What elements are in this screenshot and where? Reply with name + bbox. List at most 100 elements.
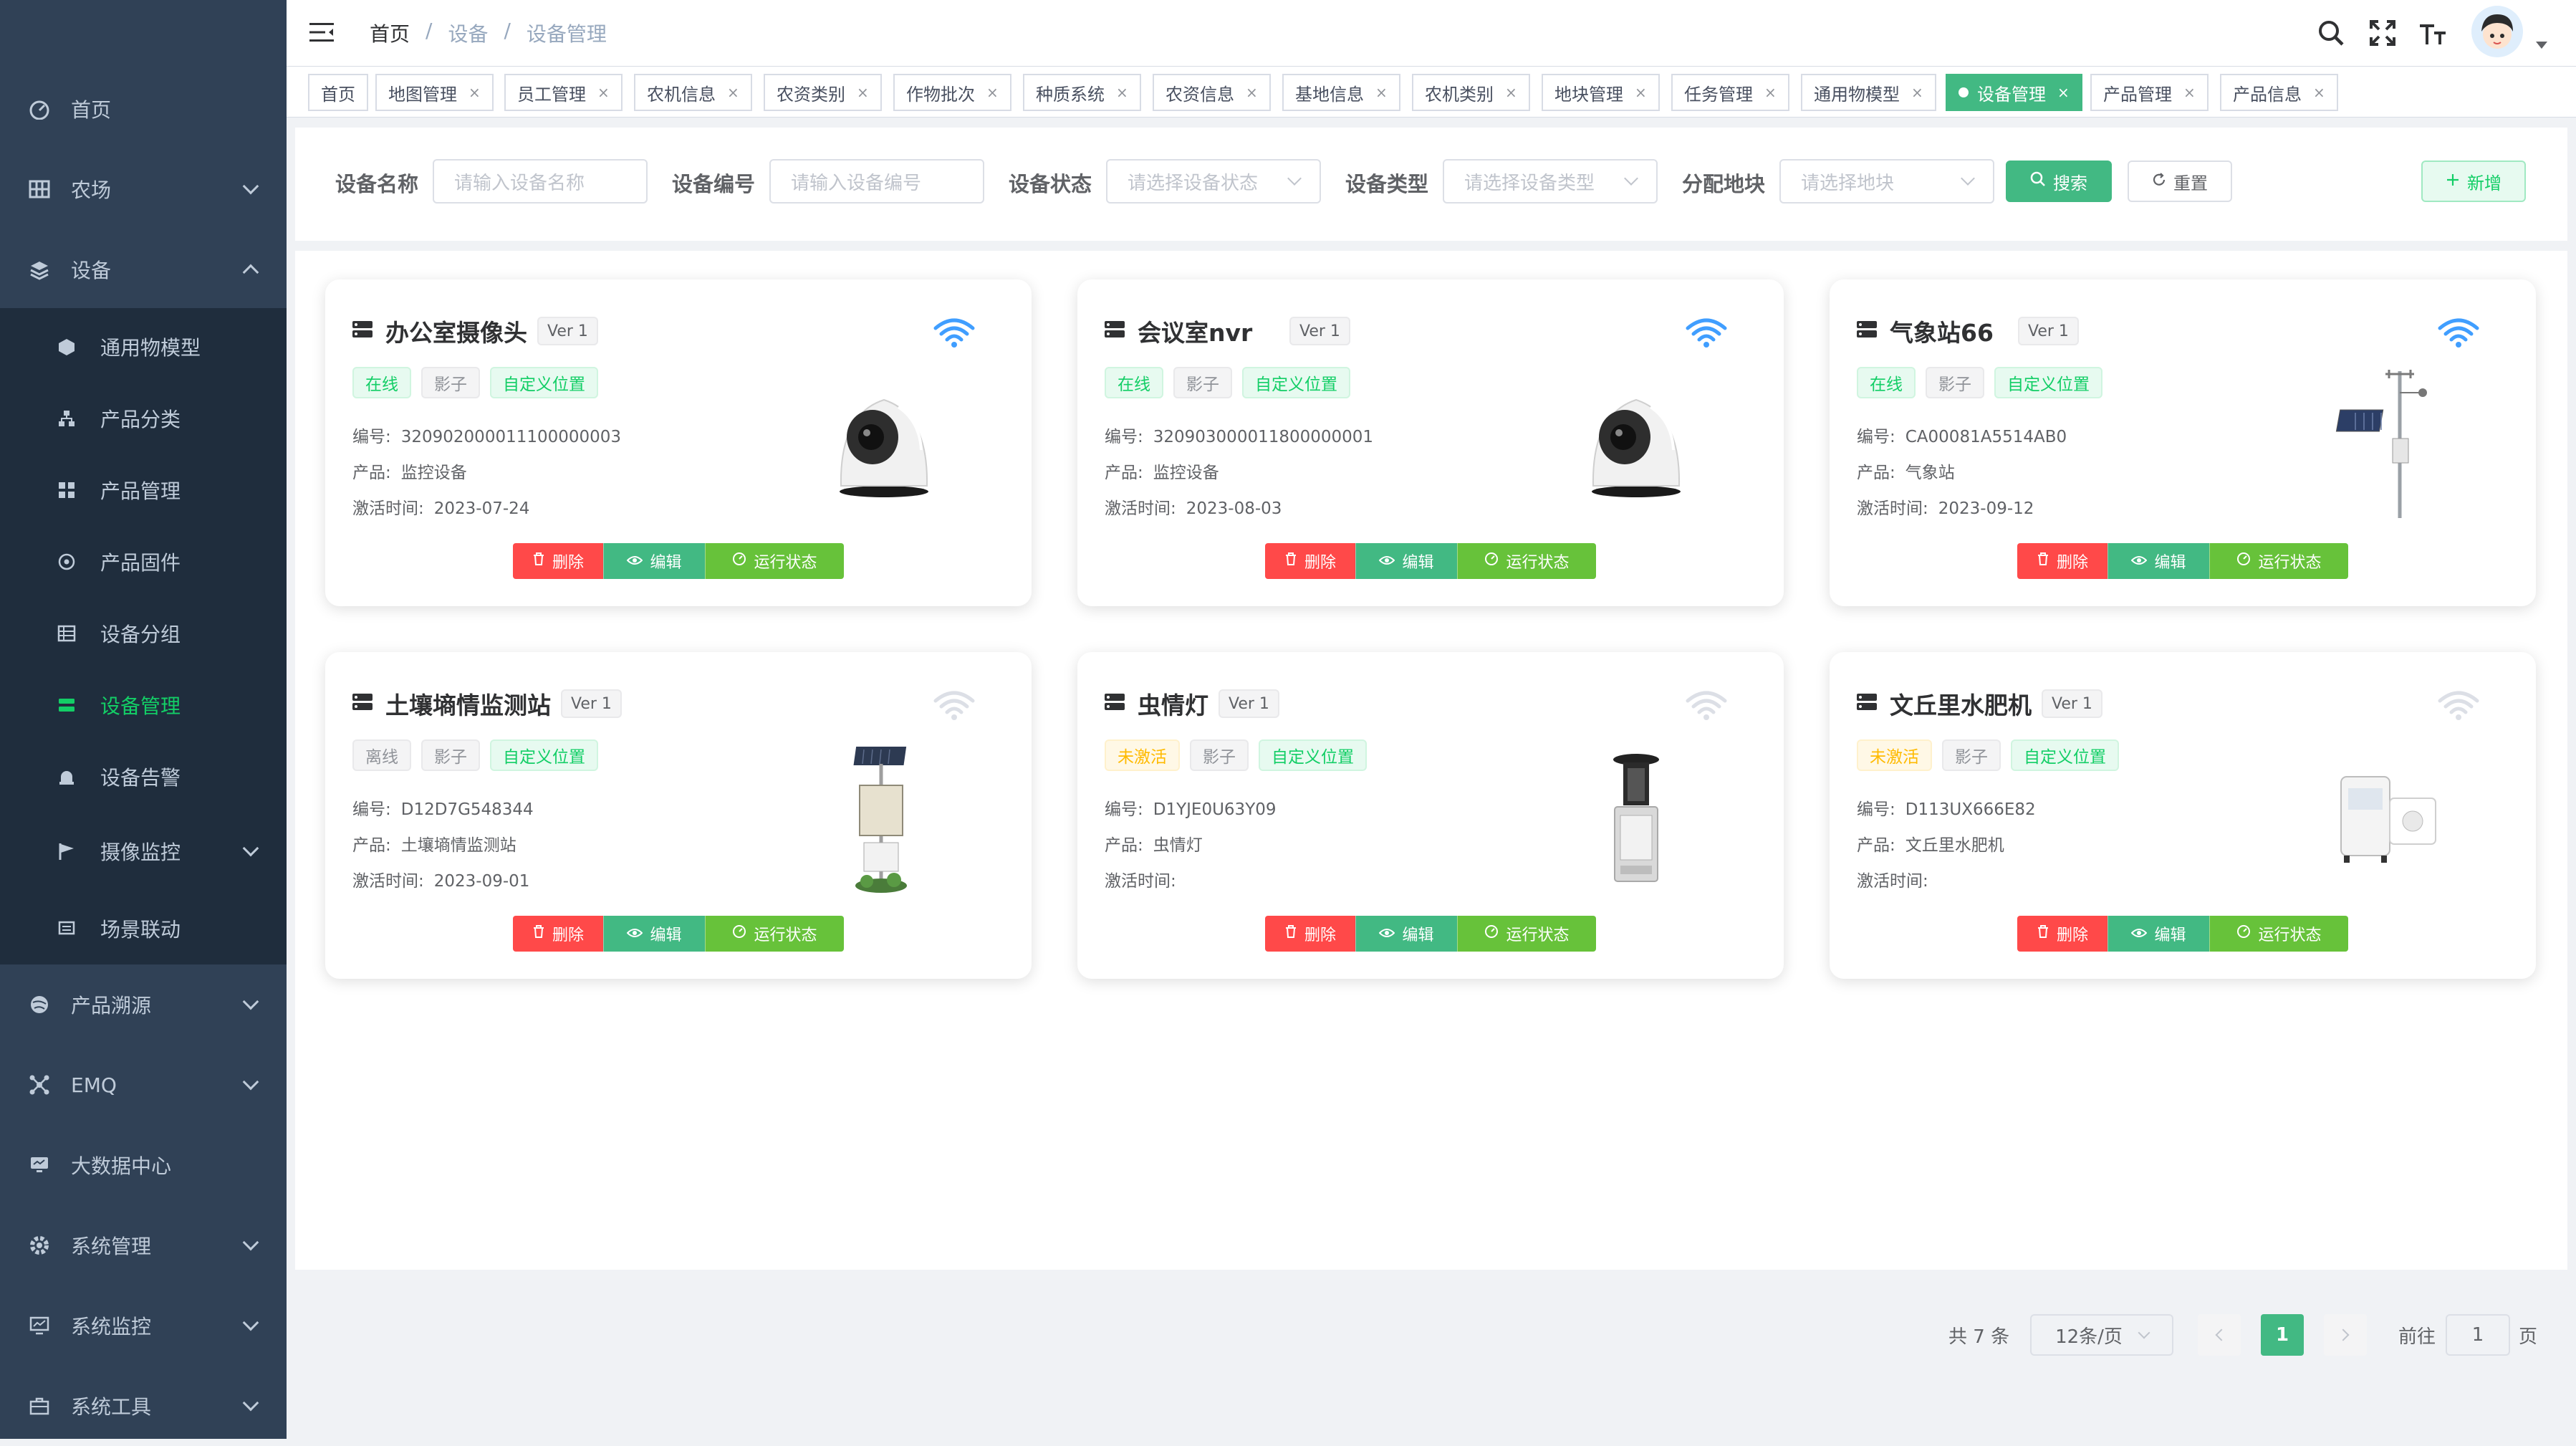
close-icon[interactable]: ×: [857, 84, 869, 101]
run-status-button[interactable]: 运行状态: [705, 916, 844, 952]
page-size-select[interactable]: 12条/页: [2030, 1314, 2173, 1356]
device-card[interactable]: 气象站66 Ver 1 在线 影子 自定义位置 编号: CA00081A5514AB0 产品:…: [1830, 279, 2536, 606]
close-icon[interactable]: ×: [1764, 84, 1777, 101]
tag-label: 农机信息: [647, 84, 716, 105]
tag-map[interactable]: 地图管理 ×: [375, 74, 494, 111]
device-card[interactable]: 土壤墒情监测站 Ver 1 离线 影子 自定义位置 编号: D12D7G548344 产品: 土…: [325, 652, 1032, 979]
tag-product-info[interactable]: 产品信息 ×: [2220, 74, 2338, 111]
fullscreen-icon[interactable]: [2368, 19, 2397, 47]
sidebar-item-product-category[interactable]: 产品分类: [0, 378, 287, 459]
delete-button[interactable]: 删除: [1265, 543, 1355, 579]
close-icon[interactable]: ×: [1505, 84, 1517, 101]
sidebar-item-product-management[interactable]: 产品管理: [0, 450, 287, 530]
run-status-button[interactable]: 运行状态: [1457, 916, 1596, 952]
device-code-input[interactable]: 请输入设备编号: [769, 159, 984, 204]
delete-button[interactable]: 删除: [2017, 543, 2108, 579]
edit-button[interactable]: 编辑: [603, 543, 705, 579]
close-icon[interactable]: ×: [597, 84, 610, 101]
hamburger-icon[interactable]: [309, 21, 334, 43]
tag-plot-management[interactable]: 地块管理 ×: [1542, 74, 1660, 111]
breadcrumb-item[interactable]: 首页: [370, 19, 410, 47]
delete-button[interactable]: 删除: [513, 916, 603, 952]
search-icon[interactable]: [2317, 19, 2345, 47]
product-row: 产品: 监控设备: [352, 459, 467, 483]
tag-machinery-category[interactable]: 农机类别 ×: [1412, 74, 1530, 111]
device-status-select[interactable]: 请选择设备状态: [1106, 159, 1321, 204]
close-icon[interactable]: ×: [1375, 84, 1388, 101]
sidebar-item-device-group[interactable]: 设备分组: [0, 593, 287, 674]
sidebar-item-device[interactable]: 设备: [0, 229, 287, 310]
sidebar-item-camera-monitor[interactable]: 摄像监控: [0, 811, 287, 891]
sidebar-item-home[interactable]: 首页: [0, 69, 287, 149]
tag-supply-category[interactable]: 农资类别 ×: [764, 74, 882, 111]
run-status-button[interactable]: 运行状态: [705, 543, 844, 579]
close-icon[interactable]: ×: [2057, 84, 2070, 101]
close-icon[interactable]: ×: [986, 84, 999, 101]
close-icon[interactable]: ×: [1116, 84, 1128, 101]
next-page-button[interactable]: [2324, 1314, 2367, 1356]
device-status-label: 设备状态: [1009, 172, 1092, 196]
device-code-value: D1YJE0U63Y09: [1153, 800, 1277, 819]
close-icon[interactable]: ×: [727, 84, 739, 101]
device-card[interactable]: 文丘里水肥机 Ver 1 未激活 影子 自定义位置 编号: D113UX666E82 产品: 文…: [1830, 652, 2536, 979]
sidebar-item-traceability[interactable]: 产品溯源: [0, 964, 287, 1045]
sidebar-item-device-alarm[interactable]: 设备告警: [0, 737, 287, 817]
avatar[interactable]: [2471, 6, 2523, 57]
sidebar-item-system-management[interactable]: 系统管理: [0, 1205, 287, 1285]
tag-thing-model[interactable]: 通用物模型 ×: [1801, 74, 1936, 111]
tag-home[interactable]: 首页: [308, 74, 368, 111]
device-card[interactable]: 会议室nvr Ver 1 在线 影子 自定义位置 编号: 32090300001180000…: [1077, 279, 1784, 606]
page-number-1[interactable]: 1: [2261, 1314, 2304, 1356]
run-status-button[interactable]: 运行状态: [1457, 543, 1596, 579]
tag-product-management[interactable]: 产品管理 ×: [2090, 74, 2209, 111]
sidebar-item-scene-linkage[interactable]: 场景联动: [0, 889, 287, 969]
search-button[interactable]: 搜索: [2006, 161, 2112, 202]
prev-page-button[interactable]: [2198, 1314, 2241, 1356]
custom-location-tag: 自定义位置: [1994, 367, 2102, 398]
tag-base-info[interactable]: 基地信息 ×: [1282, 74, 1400, 111]
edit-button[interactable]: 编辑: [2108, 916, 2209, 952]
product-value: 文丘里水肥机: [1905, 836, 2004, 855]
tag-machinery[interactable]: 农机信息 ×: [634, 74, 752, 111]
sidebar-item-system-monitor[interactable]: 系统监控: [0, 1285, 287, 1366]
sidebar-item-emq[interactable]: EMQ: [0, 1045, 287, 1125]
caret-down-icon[interactable]: [2536, 42, 2547, 49]
plot-select[interactable]: 请选择地块: [1779, 159, 1994, 204]
sidebar-item-device-management[interactable]: 设备管理: [0, 665, 287, 745]
goto-page-input[interactable]: 1: [2446, 1314, 2510, 1356]
delete-button[interactable]: 删除: [1265, 916, 1355, 952]
close-icon[interactable]: ×: [1246, 84, 1258, 101]
device-card[interactable]: 办公室摄像头 Ver 1 在线 影子 自定义位置 编号: 32090200001110000…: [325, 279, 1032, 606]
tag-device-management[interactable]: 设备管理 ×: [1946, 74, 2082, 111]
reset-button[interactable]: 重置: [2128, 161, 2232, 202]
edit-button[interactable]: 编辑: [1355, 543, 1457, 579]
tag-supply-info[interactable]: 农资信息 ×: [1153, 74, 1271, 111]
close-icon[interactable]: ×: [1635, 84, 1647, 101]
sidebar-item-farm[interactable]: 农场: [0, 149, 287, 229]
tag-germplasm[interactable]: 种质系统 ×: [1023, 74, 1141, 111]
device-name-input[interactable]: 请输入设备名称: [433, 159, 648, 204]
run-status-button[interactable]: 运行状态: [2209, 543, 2348, 579]
sidebar-item-firmware[interactable]: 产品固件: [0, 522, 287, 602]
add-button[interactable]: 新增: [2421, 161, 2526, 202]
close-icon[interactable]: ×: [468, 84, 481, 101]
sidebar-item-system-tools[interactable]: 系统工具: [0, 1366, 287, 1446]
sidebar-item-thing-model[interactable]: 通用物模型: [0, 307, 287, 387]
tag-task-management[interactable]: 任务管理 ×: [1671, 74, 1789, 111]
font-size-icon[interactable]: [2418, 19, 2447, 47]
delete-button[interactable]: 删除: [513, 543, 603, 579]
tag-staff[interactable]: 员工管理 ×: [504, 74, 623, 111]
edit-button[interactable]: 编辑: [1355, 916, 1457, 952]
close-icon[interactable]: ×: [2313, 84, 2325, 101]
close-icon[interactable]: ×: [1911, 84, 1923, 101]
delete-button[interactable]: 删除: [2017, 916, 2108, 952]
sidebar-item-bigdata[interactable]: 大数据中心: [0, 1125, 287, 1205]
device-type-select[interactable]: 请选择设备类型: [1443, 159, 1658, 204]
close-icon[interactable]: ×: [2183, 84, 2196, 101]
edit-button[interactable]: 编辑: [2108, 543, 2209, 579]
device-card[interactable]: 虫情灯 Ver 1 未激活 影子 自定义位置 编号: D1YJE0U63Y09 产品: 虫情灯激…: [1077, 652, 1784, 979]
edit-button[interactable]: 编辑: [603, 916, 705, 952]
tag-crop-batch[interactable]: 作物批次 ×: [893, 74, 1011, 111]
run-status-button[interactable]: 运行状态: [2209, 916, 2348, 952]
eye-icon: [2131, 925, 2148, 943]
